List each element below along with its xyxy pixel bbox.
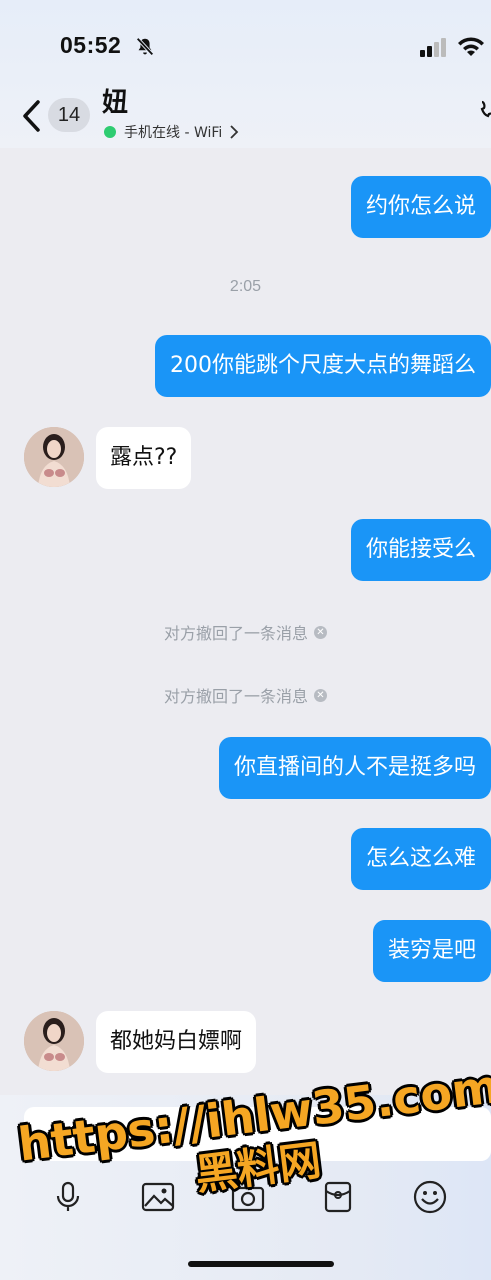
message-timestamp: 2:05 (229, 278, 262, 295)
phone-call-icon[interactable] (476, 100, 491, 124)
presence-text: 手机在线 - WiFi (124, 125, 223, 141)
contact-avatar[interactable] (24, 1011, 84, 1071)
close-circle-icon: ✕ (314, 625, 327, 639)
message-out[interactable]: 200你能跳个尺度大点的舞蹈么 (155, 335, 491, 397)
contact-avatar[interactable] (24, 427, 84, 487)
contact-name[interactable]: 妞 (102, 82, 128, 119)
emoji-icon[interactable] (412, 1179, 448, 1215)
message-out[interactable]: 装穷是吧 (372, 920, 491, 982)
message-out[interactable]: 怎么这么难 (350, 828, 491, 890)
chevron-right-icon (230, 125, 239, 139)
online-dot-icon (104, 126, 116, 138)
message-in[interactable]: 露点?? (96, 427, 192, 489)
unread-count-badge[interactable]: 14 (48, 98, 90, 132)
status-time: 05:52 (60, 32, 122, 58)
wifi-icon (458, 37, 484, 56)
message-out[interactable]: 约你怎么说 (350, 176, 491, 238)
home-indicator (188, 1261, 334, 1267)
avatar-photo (24, 1011, 84, 1071)
message-out[interactable]: 你能接受么 (350, 519, 491, 581)
recall-notice: 对方撤回了一条消息 ✕ (0, 683, 491, 707)
bell-muted-icon (136, 37, 154, 56)
message-out[interactable]: 你直播间的人不是挺多吗 (218, 737, 491, 799)
recall-text: 对方撤回了一条消息 (163, 687, 308, 706)
avatar-photo (24, 427, 84, 487)
close-circle-icon: ✕ (314, 688, 327, 702)
top-bar: 05:52 14 妞 手机在线 - WiFi (0, 0, 491, 148)
back-chevron-icon[interactable] (18, 98, 44, 134)
message-in[interactable]: 都她妈白嫖啊 (96, 1011, 257, 1073)
recall-text: 对方撤回了一条消息 (163, 624, 308, 643)
presence-status[interactable]: 手机在线 - WiFi (104, 122, 240, 142)
recall-notice: 对方撤回了一条消息 ✕ (0, 620, 491, 644)
cellular-signal-icon (420, 38, 446, 57)
